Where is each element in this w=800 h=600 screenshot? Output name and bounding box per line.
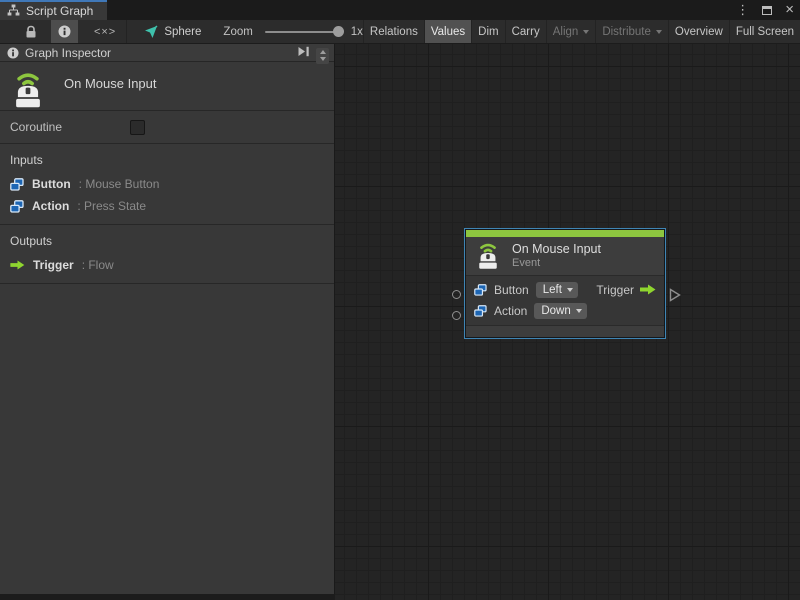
trigger-label: Trigger [596, 283, 634, 297]
window-bottom-edge [0, 594, 335, 600]
outputs-header: Outputs [10, 234, 334, 248]
zoom-slider-handle[interactable] [333, 26, 344, 37]
chevron-down-icon [567, 288, 573, 292]
zoom-value: 1x [351, 26, 363, 38]
node-event-color-bar [466, 230, 664, 237]
inspector-toggle-button[interactable] [51, 20, 77, 43]
output-port-trigger[interactable] [669, 288, 681, 302]
input-port-action[interactable] [452, 311, 461, 320]
graph-inspector-panel: Graph Inspector On Mouse Input Coroutine… [0, 44, 335, 594]
lock-button[interactable] [20, 20, 42, 43]
edit-source-button[interactable]: <×> [90, 20, 121, 43]
scroll-down-icon [320, 57, 326, 61]
inspector-header: Graph Inspector [0, 44, 334, 62]
coroutine-label: Coroutine [10, 120, 130, 134]
outputs-section: Outputs Trigger : Flow [0, 225, 334, 284]
flow-arrow-icon [640, 284, 656, 295]
node-header: On Mouse Input Event [466, 237, 664, 275]
values-button[interactable]: Values [424, 20, 471, 43]
button-dropdown[interactable]: Left [536, 282, 578, 298]
input-port-row: Button : Mouse Button [10, 177, 334, 191]
info-icon [7, 47, 19, 59]
relations-button[interactable]: Relations [363, 20, 424, 43]
full-screen-button[interactable]: Full Screen [729, 20, 800, 43]
pointer-icon [143, 25, 158, 39]
tab-label: Script Graph [26, 4, 93, 18]
tab-script-graph[interactable]: Script Graph [0, 0, 107, 20]
panel-scrubber[interactable] [316, 48, 329, 64]
lock-icon [25, 25, 37, 39]
node-body: Button Left Trigger Action Down [466, 275, 664, 325]
node-row-button: Button Left Trigger [466, 279, 664, 300]
toolbar-separator [126, 20, 127, 43]
action-dropdown[interactable]: Down [534, 303, 586, 319]
graph-icon [7, 4, 20, 19]
graph-target-button[interactable]: Sphere [137, 20, 207, 43]
info-icon [58, 25, 71, 38]
inputs-header: Inputs [10, 153, 334, 167]
toolbar-view-buttons: Relations Values Dim Carry Align Distrib… [363, 20, 800, 43]
unit-title: On Mouse Input [64, 76, 157, 91]
node-title: On Mouse Input [512, 242, 601, 257]
on-mouse-input-node[interactable]: On Mouse Input Event Button Left Trigger… [465, 229, 665, 338]
inspector-title: Graph Inspector [25, 46, 291, 60]
title-bar: Script Graph ⋮ × [0, 0, 800, 20]
value-port-icon [474, 305, 487, 317]
coroutine-checkbox[interactable] [130, 120, 145, 135]
align-button[interactable]: Align [546, 20, 596, 43]
input-port-row: Action : Press State [10, 199, 334, 213]
output-port-row: Trigger : Flow [10, 258, 334, 272]
zoom-slider[interactable] [265, 20, 342, 43]
inputs-section: Inputs Button : Mouse Button Action : Pr… [0, 144, 334, 225]
dock-toggle-icon[interactable] [297, 46, 310, 60]
unit-title-block: On Mouse Input [0, 62, 334, 111]
node-subtitle: Event [512, 257, 601, 270]
chevron-down-icon [576, 309, 582, 313]
chevron-down-icon [656, 30, 662, 34]
node-row-action: Action Down [466, 300, 664, 321]
node-footer [466, 325, 664, 337]
flow-arrow-icon [10, 260, 25, 270]
maximize-icon[interactable] [762, 6, 772, 15]
window-menu-icon[interactable]: ⋮ [736, 0, 749, 20]
close-icon[interactable]: × [785, 0, 794, 20]
value-port-icon [474, 284, 487, 296]
target-label: Sphere [164, 26, 201, 38]
input-port-button[interactable] [452, 290, 461, 299]
zoom-label: Zoom [223, 26, 252, 38]
zoom-slider-track[interactable] [265, 31, 342, 33]
value-port-icon [10, 178, 24, 191]
value-port-icon [10, 200, 24, 213]
distribute-button[interactable]: Distribute [595, 20, 668, 43]
node-port-label: Button [494, 283, 529, 297]
chevron-down-icon [583, 30, 589, 34]
mouse-event-icon [9, 71, 47, 109]
overview-button[interactable]: Overview [668, 20, 729, 43]
node-port-label: Action [494, 304, 527, 318]
toolbar: <×> Sphere Zoom 1x Relations Values Dim … [0, 20, 800, 44]
coroutine-row: Coroutine [0, 111, 334, 144]
carry-button[interactable]: Carry [505, 20, 546, 43]
dim-button[interactable]: Dim [471, 20, 504, 43]
mouse-event-icon [474, 242, 502, 270]
scroll-up-icon [320, 50, 326, 54]
